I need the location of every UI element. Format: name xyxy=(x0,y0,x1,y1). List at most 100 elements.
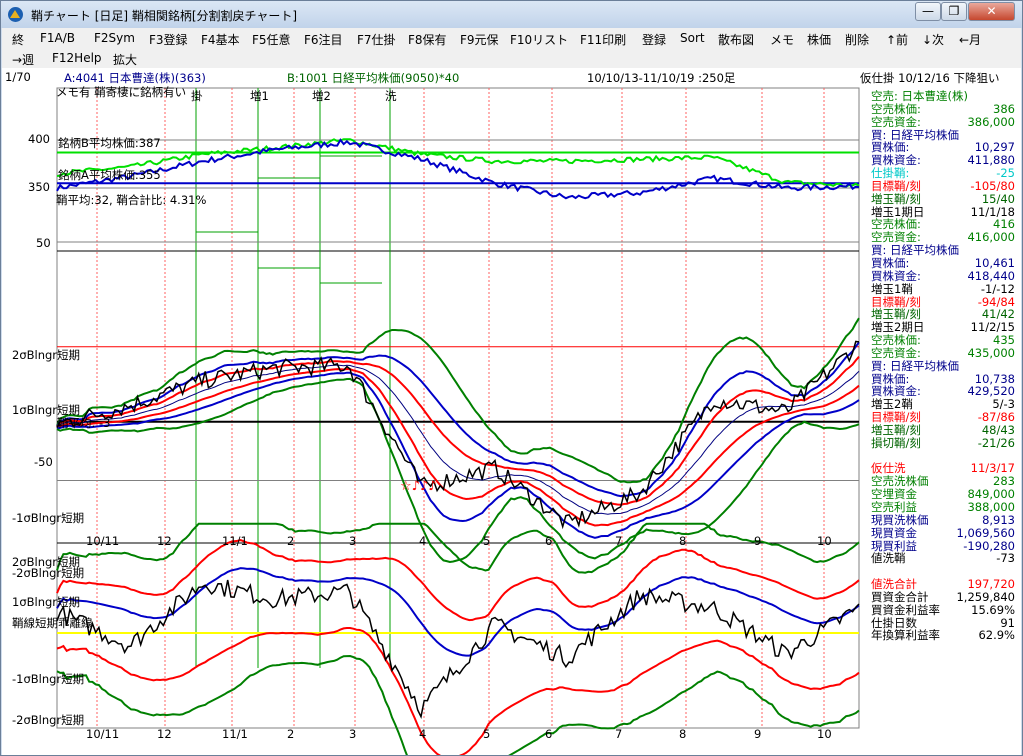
x-tick-label: 10/11 xyxy=(86,727,120,741)
ratio-summary: 鞘平均:32, 鞘合計比: 4.31% xyxy=(56,193,207,207)
summary-row: 増玉鞘/刻 48/43 xyxy=(859,424,1021,437)
close-button[interactable]: ✕ xyxy=(968,2,1015,21)
summary-value: 418,440 xyxy=(967,268,1015,283)
summary-key: 空売株価: xyxy=(871,333,921,348)
menu-item[interactable]: F2Sym xyxy=(94,31,135,45)
menu-item[interactable]: F3登録 xyxy=(149,31,188,48)
summary-key: 増玉鞘/刻 xyxy=(871,191,921,206)
summary-key: 増玉鞘/刻 xyxy=(871,422,921,437)
summary-value: -1/-12 xyxy=(980,281,1015,296)
series-line-a xyxy=(56,138,860,200)
menu-item[interactable]: F5任意 xyxy=(252,31,291,48)
marker-label: 掛 xyxy=(191,89,203,103)
summary-row: 空売利益 388,000 xyxy=(859,501,1021,514)
x-tick-label: 4 xyxy=(419,534,427,548)
menu-item[interactable]: 終 xyxy=(12,31,24,48)
summary-key: 年換算利益率 xyxy=(871,628,940,643)
x-tick-label: 5 xyxy=(483,534,491,548)
summary-value: 15/40 xyxy=(981,191,1015,206)
summary-key: 空売資金: xyxy=(871,345,921,360)
menu-item[interactable]: F9元保 xyxy=(460,31,499,48)
summary-key: 空売利益 xyxy=(871,500,917,514)
avg-b-label: 銘柄B平均株価:387 xyxy=(58,136,161,150)
menu-item[interactable]: F12Help xyxy=(52,51,102,65)
menu-item[interactable]: F11印刷 xyxy=(580,31,626,48)
bollinger-band xyxy=(56,367,860,527)
menu-item[interactable]: F4基本 xyxy=(201,31,240,48)
menu-item[interactable]: ↑前 xyxy=(886,31,908,48)
menu-item[interactable]: →週 xyxy=(12,51,34,68)
summary-key: 現買資金 xyxy=(871,525,917,540)
menu-item[interactable]: F8保有 xyxy=(408,31,447,48)
summary-key: 値洗鞘 xyxy=(871,551,906,566)
deviation-band xyxy=(56,627,860,755)
summary-row: 現買資金 1,069,560 xyxy=(859,525,1021,540)
summary-value: 10,461 xyxy=(974,255,1015,270)
menu-item[interactable]: 拡大 xyxy=(113,51,137,68)
x-tick-label: 5 xyxy=(483,727,491,741)
x-tick-label: 7 xyxy=(615,727,623,741)
menu-item[interactable]: F1A/B xyxy=(40,31,75,45)
x-tick-label: 2 xyxy=(287,727,295,741)
summary-row: 目標鞘/刻 -105/80 xyxy=(859,180,1021,193)
summary-value: 8,913 xyxy=(982,512,1015,527)
deviation-band xyxy=(56,654,860,755)
entry-notes: ☆♪♪♪ xyxy=(400,479,437,494)
deviation-band xyxy=(56,539,860,622)
menu-item[interactable]: Sort xyxy=(680,31,705,45)
summary-key: 現買洗株価 xyxy=(871,512,929,527)
summary-key: 買資金利益率 xyxy=(871,602,940,617)
ratio-line xyxy=(56,340,860,530)
menu-bar: 終 F1A/B F2Sym F3登録 F4基本 F5任意 F6注目 F7仕掛 F8保有 F9元保 F… xyxy=(2,28,1021,68)
menu-item[interactable]: ←月 xyxy=(959,31,981,48)
series-line-b xyxy=(56,138,860,188)
x-tick-label: 7 xyxy=(615,534,623,548)
summary-value: -105/80 xyxy=(970,178,1015,193)
menu-item[interactable]: 削除 xyxy=(845,31,869,48)
summary-row: 年換算利益率 62.9% xyxy=(859,629,1021,642)
summary-value: 435,000 xyxy=(967,345,1015,360)
bollinger-band xyxy=(56,356,860,506)
summary-key: 目標鞘/刻 xyxy=(871,178,921,193)
position-summary-panel: 空売: 日本曹達(株) 空売株価: 386 空売資金: 386,000 買: 日経平均株価… xyxy=(859,90,1021,642)
menu-item[interactable]: F6注目 xyxy=(304,31,343,48)
menu-item[interactable]: 株価 xyxy=(807,31,831,48)
title-bar: 鞘チャート [日足] 鞘相関銘柄[分割割戻チャート] — ❐ ✕ xyxy=(1,1,1022,28)
window-title: 鞘チャート [日足] 鞘相関銘柄[分割割戻チャート] xyxy=(31,9,298,23)
summary-row: 買株資金: 418,440 xyxy=(859,268,1021,283)
summary-value: 388,000 xyxy=(967,500,1015,514)
bb-label: -1σBlngr短期 xyxy=(12,511,85,525)
menu-item[interactable]: F10リスト xyxy=(510,31,568,48)
summary-row: 買: 日経平均株価 xyxy=(859,359,1021,373)
menu-item[interactable]: F7仕掛 xyxy=(357,31,396,48)
summary-key: 空売: 日本曹達(株) xyxy=(871,89,969,103)
summary-row: 値洗合計 197,720 xyxy=(859,578,1021,591)
summary-row: 空売: 日本曹達(株) xyxy=(859,90,1021,103)
menu-item[interactable]: ↓次 xyxy=(922,31,944,48)
avg-a-label: 銘柄A平均株価:355 xyxy=(58,168,161,182)
restore-button[interactable]: ❐ xyxy=(941,2,967,21)
summary-key: 買株価: xyxy=(871,255,910,270)
minimize-button[interactable]: — xyxy=(915,2,941,21)
deviation-band xyxy=(56,522,860,574)
x-tick-label: 11/1 xyxy=(222,534,248,548)
summary-row: 値洗鞘 -73 xyxy=(859,552,1021,565)
summary-value: 416,000 xyxy=(967,230,1015,245)
summary-value: 15.69% xyxy=(971,602,1015,617)
x-tick-label: 6 xyxy=(545,727,553,741)
summary-value: -87/86 xyxy=(977,410,1015,425)
x-tick-label: 2 xyxy=(287,534,295,548)
menu-item[interactable]: 登録 xyxy=(642,31,666,48)
x-tick-label: 8 xyxy=(679,727,687,741)
bollinger-band xyxy=(56,371,860,539)
deviation-band xyxy=(56,567,860,657)
summary-key: 値洗合計 xyxy=(871,577,917,592)
marker-label: 洗 xyxy=(385,89,397,103)
menu-item[interactable]: 散布図 xyxy=(718,31,754,48)
x-tick-label: 3 xyxy=(349,727,357,741)
menu-item[interactable]: メモ xyxy=(770,31,794,48)
summary-value: 1,259,840 xyxy=(956,589,1015,604)
summary-row: 空売資金: 435,000 xyxy=(859,347,1021,360)
x-tick-label: 4 xyxy=(419,727,427,741)
bb-label: -1σBlngr短期 xyxy=(12,672,85,686)
